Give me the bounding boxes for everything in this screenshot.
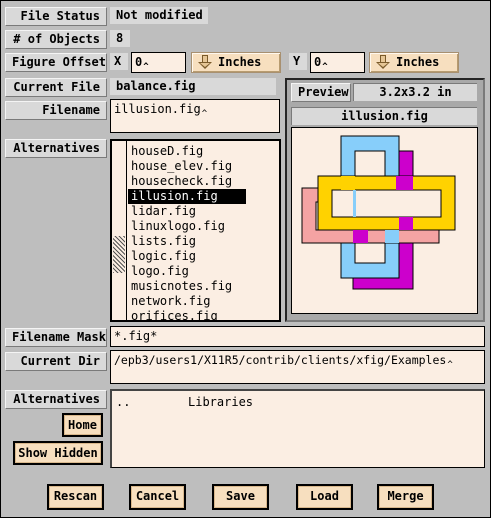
file-list-item[interactable]: house_elev.fig	[128, 159, 279, 174]
filename-mask-label: Filename Mask	[5, 328, 107, 347]
filename-value: illusion.fig	[114, 102, 201, 116]
filename-mask-input[interactable]: *.fig*	[110, 326, 485, 347]
preview-label: Preview	[291, 83, 351, 102]
x-units-button[interactable]: Inches	[191, 52, 281, 73]
y-units-button[interactable]: Inches	[369, 52, 459, 73]
file-status-value: Not modified	[110, 7, 208, 24]
x-offset-label: X	[110, 53, 128, 70]
preview-canvas	[291, 127, 478, 314]
x-units-label: Inches	[218, 55, 262, 69]
file-list-item[interactable]: orifices.fig	[128, 309, 279, 320]
text-caret-icon: ^	[322, 62, 328, 72]
down-arrow-icon	[198, 55, 212, 69]
merge-button[interactable]: Merge	[377, 484, 434, 510]
file-list-item[interactable]: logo.fig	[128, 264, 279, 279]
alternatives-files-label: Alternatives	[5, 139, 107, 158]
home-button[interactable]: Home	[62, 413, 103, 437]
current-file-value: balance.fig	[110, 78, 276, 95]
file-list-item[interactable]: linuxlogo.fig	[128, 219, 279, 234]
file-list-scrollbar[interactable]	[112, 141, 127, 320]
illusion-figure	[301, 135, 456, 290]
text-caret-icon: ^	[143, 62, 149, 72]
y-units-label: Inches	[396, 55, 440, 69]
show-hidden-button[interactable]: Show Hidden	[13, 441, 103, 465]
x-offset-input[interactable]: 0^	[131, 52, 186, 73]
file-list[interactable]: houseD.fig house_elev.fig housecheck.fig il…	[110, 139, 281, 322]
file-list-item[interactable]: housecheck.fig	[128, 174, 279, 189]
filename-label: Filename	[5, 101, 107, 120]
cancel-button[interactable]: Cancel	[129, 484, 186, 510]
file-list-item[interactable]: lidar.fig	[128, 204, 279, 219]
down-arrow-icon	[376, 55, 390, 69]
directory-item[interactable]: ..	[116, 395, 188, 410]
file-list-item[interactable]: musicnotes.fig	[128, 279, 279, 294]
filename-mask-value: *.fig*	[114, 329, 158, 343]
directory-list[interactable]: .. Libraries	[110, 389, 485, 468]
preview-size: 3.2x3.2 in	[353, 83, 477, 101]
y-offset-input[interactable]: 0^	[310, 52, 365, 73]
y-offset-label: Y	[289, 53, 307, 70]
text-caret-icon: ^	[447, 360, 453, 370]
rescan-button[interactable]: Rescan	[47, 484, 104, 510]
file-list-item[interactable]: logic.fig	[128, 249, 279, 264]
filename-input[interactable]: illusion.fig^	[110, 99, 280, 133]
alternatives-dirs-label: Alternatives	[5, 390, 107, 409]
text-caret-icon: ^	[201, 109, 208, 119]
y-offset-value: 0	[314, 55, 322, 69]
load-button[interactable]: Load	[296, 484, 353, 510]
num-objects-value: 8	[110, 30, 130, 47]
libraries-item[interactable]: Libraries	[188, 395, 253, 410]
preview-panel: Preview 3.2x3.2 in illusion.fig	[285, 78, 485, 322]
current-dir-value: /epb3/users1/X11R5/contrib/clients/xfig/…	[114, 353, 447, 367]
current-dir-label: Current Dir	[5, 352, 107, 371]
file-list-items: houseD.fig house_elev.fig housecheck.fig il…	[128, 144, 279, 320]
x-offset-value: 0	[135, 55, 143, 69]
figure-offset-label: Figure Offset	[5, 53, 107, 72]
file-list-item[interactable]: network.fig	[128, 294, 279, 309]
file-list-item[interactable]: houseD.fig	[128, 144, 279, 159]
preview-filename: illusion.fig	[291, 107, 477, 125]
save-button[interactable]: Save	[212, 484, 269, 510]
num-objects-label: # of Objects	[5, 30, 107, 49]
file-list-scroll-thumb[interactable]	[113, 236, 125, 273]
file-list-item[interactable]: lists.fig	[128, 234, 279, 249]
file-status-label: File Status	[5, 7, 107, 26]
file-list-item-selected[interactable]: illusion.fig	[128, 189, 246, 204]
current-file-label: Current File	[5, 78, 107, 97]
current-dir-input[interactable]: /epb3/users1/X11R5/contrib/clients/xfig/…	[110, 350, 485, 384]
